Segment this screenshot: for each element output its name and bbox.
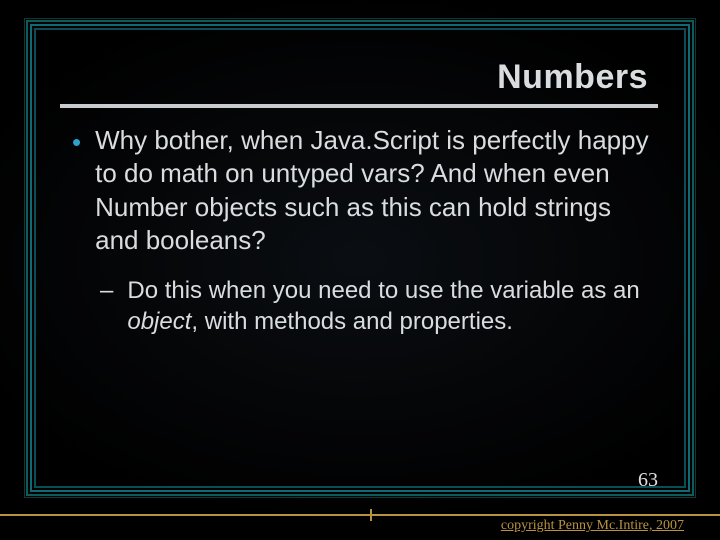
page-number: 63 bbox=[638, 469, 658, 492]
slide-title: Numbers bbox=[497, 58, 648, 97]
bullet-level-2: – Do this when you need to use the varia… bbox=[100, 275, 652, 337]
bullet-2-pre: Do this when you need to use the variabl… bbox=[127, 277, 639, 304]
bullet-dash-icon: – bbox=[100, 275, 113, 337]
footer-rule bbox=[0, 514, 720, 516]
copyright-text: copyright Penny Mc.Intire, 2007 bbox=[501, 518, 684, 534]
title-underline bbox=[60, 104, 658, 108]
bullet-2-text: Do this when you need to use the variabl… bbox=[127, 275, 652, 337]
slide: Numbers • Why bother, when Java.Script i… bbox=[0, 0, 720, 540]
bullet-2-post: , with methods and properties. bbox=[191, 308, 513, 335]
bullet-2-em: object bbox=[127, 308, 191, 335]
bullet-level-1: • Why bother, when Java.Script is perfec… bbox=[72, 124, 652, 257]
slide-content: • Why bother, when Java.Script is perfec… bbox=[72, 124, 652, 337]
bullet-dot-icon: • bbox=[72, 126, 81, 257]
bullet-1-text: Why bother, when Java.Script is perfectl… bbox=[95, 124, 652, 257]
